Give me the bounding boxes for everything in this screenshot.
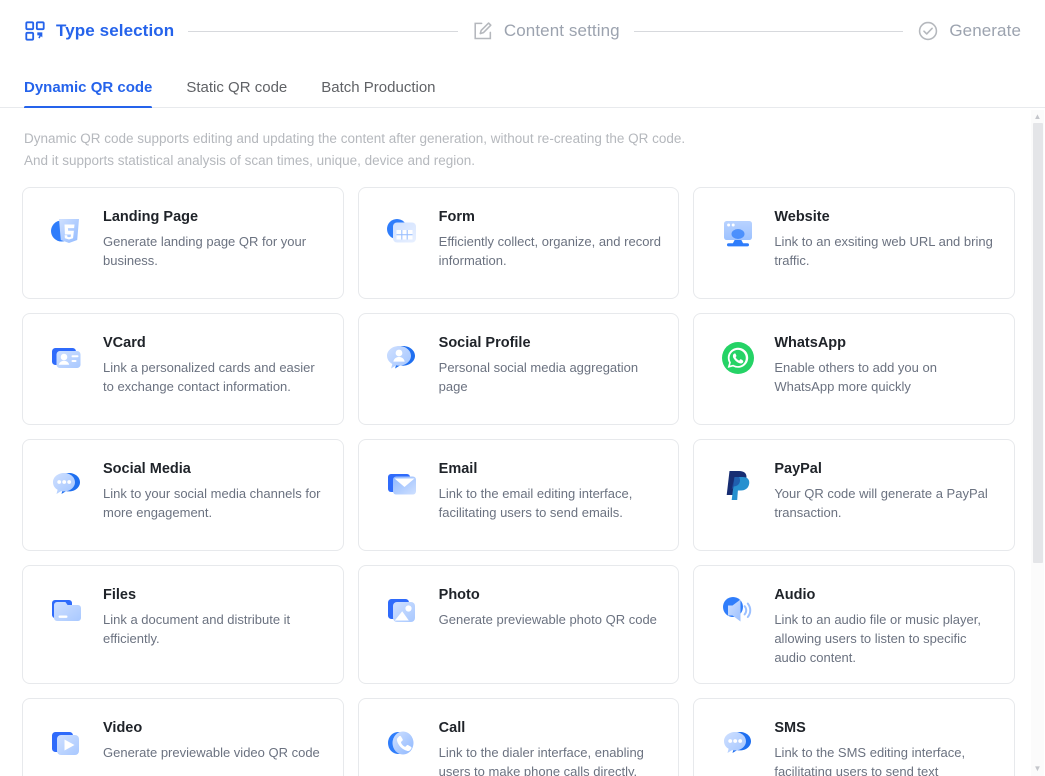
card-title: Social Profile [438, 335, 531, 351]
scrollbar-track[interactable] [1033, 123, 1043, 763]
card-title: Form [438, 209, 475, 225]
monitor-icon [716, 210, 760, 254]
card-title: Files [103, 587, 137, 603]
chat-dots-icon [45, 462, 89, 506]
type-list-scroll-area[interactable]: Dynamic QR code supports editing and upd… [0, 108, 1045, 776]
stepper-connector-1 [188, 30, 458, 32]
qr-type-selection-page: Type selection Content setting Generate [0, 0, 1045, 776]
card-title: Photo [438, 587, 480, 603]
paypal-icon [716, 462, 760, 506]
card-description: Generate landing page QR for your busine… [103, 234, 307, 268]
qr-type-card-photo[interactable]: Photo Generate previewable photo QR code [357, 565, 680, 684]
description-line-1: Dynamic QR code supports editing and upd… [24, 131, 686, 146]
step-type-selection[interactable]: Type selection [24, 20, 174, 42]
card-description: Link to the SMS editing interface, facil… [774, 745, 966, 776]
card-title: WhatsApp [774, 335, 847, 351]
card-description: Link a personalized cards and easier to … [103, 360, 315, 394]
qr-type-card-files[interactable]: Files Link a document and distribute it … [22, 565, 344, 684]
qr-type-card-call[interactable]: Call Link to the dialer interface, enabl… [357, 698, 680, 776]
card-description: Your QR code will generate a PayPal tran… [774, 486, 988, 520]
card-title: Website [774, 209, 830, 225]
stepper-connector-2 [633, 30, 904, 32]
qr-type-card-video[interactable]: Video Generate previewable video QR code [22, 698, 344, 776]
edit-square-icon [472, 20, 494, 42]
qr-type-card-landing-page[interactable]: Landing Page Generate landing page QR fo… [22, 187, 344, 299]
qr-type-card-form[interactable]: Form Efficiently collect, organize, and … [357, 187, 680, 299]
play-icon [45, 721, 89, 765]
folder-icon [45, 588, 89, 632]
photo-icon [381, 588, 425, 632]
card-description: Link to an exsiting web URL and bring tr… [774, 234, 993, 268]
scrollbar-thumb[interactable] [1033, 123, 1043, 563]
card-description: Generate previewable photo QR code [438, 612, 657, 627]
form-table-icon [381, 210, 425, 254]
card-description: Link to an audio file or music player, a… [774, 612, 981, 665]
step-label: Generate [949, 21, 1021, 40]
card-title: Call [438, 720, 466, 736]
scroll-down-arrow-icon[interactable]: ▼ [1031, 763, 1044, 775]
qr-type-card-whatsapp[interactable]: WhatsApp Enable others to add you on Wha… [693, 313, 1015, 425]
card-title: VCard [103, 335, 146, 351]
qr-type-card-paypal[interactable]: PayPal Your QR code will generate a PayP… [693, 439, 1015, 551]
step-label: Type selection [56, 21, 175, 40]
scroll-up-arrow-icon[interactable]: ▲ [1031, 111, 1044, 123]
contact-card-icon [45, 336, 89, 380]
qr-type-card-website[interactable]: Website Link to an exsiting web URL and … [693, 187, 1015, 299]
card-title: Social Media [103, 461, 191, 477]
tab-bar: Dynamic QR code Static QR code Batch Pro… [0, 62, 1045, 109]
tab-dynamic-qr-code[interactable]: Dynamic QR code [24, 79, 153, 109]
qr-type-card-sms[interactable]: SMS Link to the SMS editing interface, f… [693, 698, 1015, 776]
card-title: PayPal [774, 461, 822, 477]
card-description: Efficiently collect, organize, and recor… [438, 234, 661, 268]
phone-icon [381, 721, 425, 765]
qr-type-card-social-media[interactable]: Social Media Link to your social media c… [22, 439, 344, 551]
card-title: Email [438, 461, 478, 477]
card-description: Generate previewable video QR code [103, 745, 320, 760]
card-description: Link to the email editing interface, fac… [438, 486, 633, 520]
card-description: Link to the dialer interface, enabling u… [438, 745, 644, 776]
step-generate[interactable]: Generate [917, 20, 1021, 42]
tab-batch-production[interactable]: Batch Production [321, 79, 435, 108]
stepper: Type selection Content setting Generate [0, 0, 1045, 62]
step-content-setting[interactable]: Content setting [472, 20, 620, 42]
speaker-icon [716, 588, 760, 632]
qr-type-grid: Landing Page Generate landing page QR fo… [0, 172, 1045, 776]
step-label: Content setting [503, 21, 620, 40]
sms-bubble-icon [716, 721, 760, 765]
dynamic-qr-description: Dynamic QR code supports editing and upd… [0, 108, 1045, 172]
check-circle-icon [917, 20, 939, 42]
tab-static-qr-code[interactable]: Static QR code [186, 79, 287, 108]
qr-type-card-audio[interactable]: Audio Link to an audio file or music pla… [693, 565, 1015, 684]
vertical-scrollbar[interactable]: ▲ ▼ [1031, 110, 1044, 776]
description-line-2: And it supports statistical analysis of … [24, 153, 475, 168]
qr-type-card-social-profile[interactable]: Social Profile Personal social media agg… [357, 313, 680, 425]
html5-shield-icon [45, 210, 89, 254]
card-title: Landing Page [103, 209, 199, 225]
qr-select-icon [24, 20, 46, 42]
whatsapp-icon [716, 336, 760, 380]
card-title: SMS [774, 720, 806, 736]
card-description: Link a document and distribute it effici… [103, 612, 291, 646]
envelope-icon [381, 462, 425, 506]
card-description: Link to your social media channels for m… [103, 486, 321, 520]
qr-type-card-vcard[interactable]: VCard Link a personalized cards and easi… [22, 313, 344, 425]
card-description: Personal social media aggregation page [438, 360, 639, 394]
card-title: Video [103, 720, 143, 736]
qr-type-card-email[interactable]: Email Link to the email editing interfac… [357, 439, 680, 551]
person-bubble-icon [381, 336, 425, 380]
card-description: Enable others to add you on WhatsApp mor… [774, 360, 937, 394]
card-title: Audio [774, 587, 816, 603]
